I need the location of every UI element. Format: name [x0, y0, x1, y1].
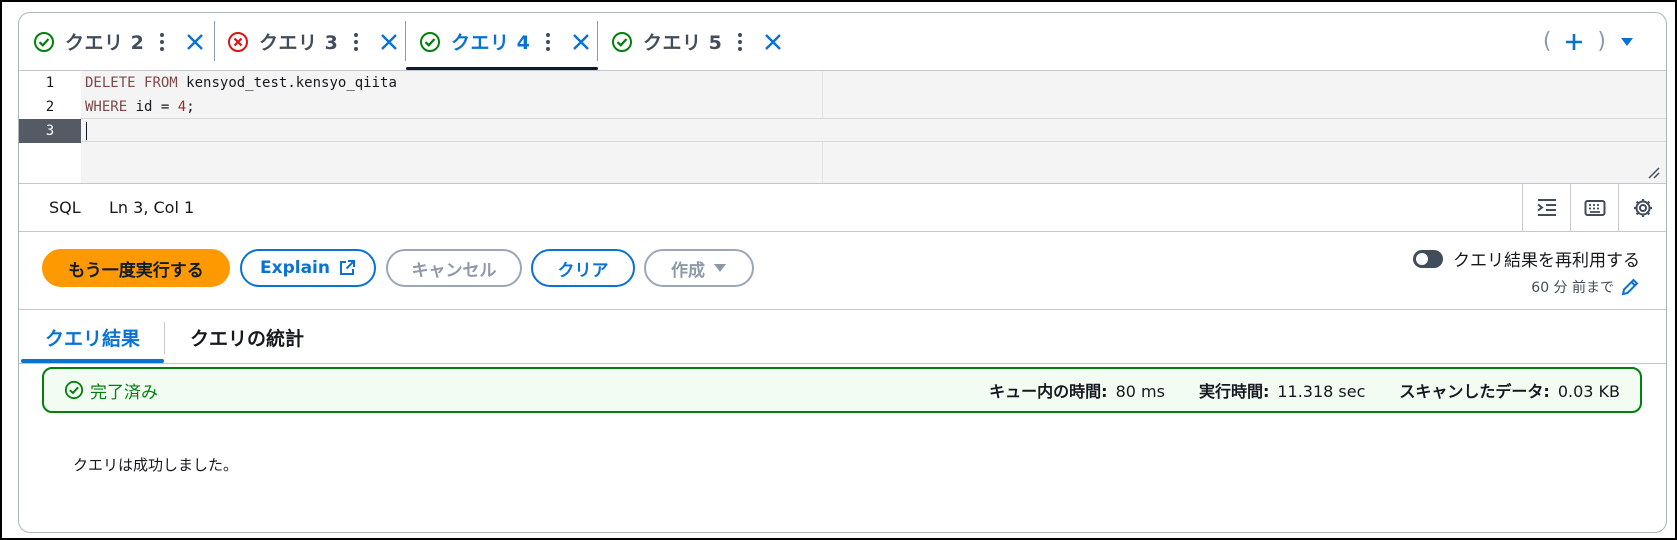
explain-button[interactable]: Explain: [240, 249, 376, 287]
query-editor-panel: クエリ 2 クエリ 3 クエリ 4 クエリ 5 () 1 DELETE FRO…: [18, 12, 1667, 533]
keyboard-shortcuts-button[interactable]: [1570, 184, 1618, 232]
tab-label: クエリ 3: [259, 32, 339, 54]
tab-query-4[interactable]: クエリ 4: [419, 13, 592, 70]
result-tabs: クエリ結果 クエリの統計: [19, 310, 1666, 364]
close-icon[interactable]: [570, 31, 592, 53]
success-icon: [420, 31, 440, 52]
tab-query-2[interactable]: クエリ 2: [33, 13, 206, 70]
tab-label: クエリ 5: [643, 32, 723, 54]
add-tab-icon[interactable]: [1563, 31, 1585, 53]
close-icon[interactable]: [378, 31, 400, 53]
external-link-icon: [338, 259, 356, 277]
status-text: 完了済み: [90, 382, 158, 403]
edit-icon[interactable]: [1620, 277, 1640, 297]
more-actions-icon[interactable]: [736, 31, 744, 53]
rerun-label: もう一度実行する: [68, 260, 204, 281]
caret-down-icon[interactable]: [1618, 33, 1636, 51]
tab-separator: [597, 21, 598, 61]
paren-close: ): [1597, 29, 1606, 54]
keyboard-icon: [1584, 200, 1605, 216]
editor-status-bar: SQL Ln 3, Col 1: [19, 184, 1666, 232]
more-actions-icon[interactable]: [352, 31, 360, 53]
active-tab-indicator: [21, 359, 164, 363]
cancel-button[interactable]: キャンセル: [386, 249, 522, 287]
caret-down-icon: [713, 262, 727, 274]
code-line-2: 2 WHERE id = 4;: [19, 95, 1666, 119]
error-icon: [228, 31, 248, 52]
success-icon: [64, 380, 84, 400]
status-badge: 完了済み: [64, 378, 158, 403]
query-actions: もう一度実行する Explain キャンセル クリア 作成 クエリ結果を再利用す…: [19, 232, 1666, 310]
data-scanned: スキャンしたデータ: 0.03 KB: [1399, 382, 1620, 401]
sql-editor[interactable]: 1 DELETE FROM kensyod_test.kensyo_qiita …: [19, 71, 1666, 184]
indent-icon: [1536, 199, 1556, 216]
reuse-duration: 60 分 前まで: [1531, 280, 1614, 296]
tab-query-3[interactable]: クエリ 3: [227, 13, 400, 70]
success-icon: [34, 31, 54, 52]
tab-label: クエリ 2: [65, 32, 145, 54]
close-icon[interactable]: [184, 31, 206, 53]
success-icon: [612, 31, 632, 52]
line-number: 3: [19, 119, 81, 143]
line-number: 2: [45, 99, 55, 115]
rerun-button[interactable]: もう一度実行する: [42, 249, 230, 287]
more-actions-icon[interactable]: [158, 31, 166, 53]
line-number: 1: [45, 75, 55, 91]
tab-label: クエリ結果: [45, 327, 141, 350]
tab-query-5[interactable]: クエリ 5: [611, 13, 784, 70]
gear-icon: [1633, 199, 1652, 217]
active-tab-indicator: [406, 67, 598, 70]
query-status-box: 完了済み キュー内の時間: 80 ms 実行時間: 11.318 sec スキャンし…: [42, 367, 1642, 413]
create-label: 作成: [671, 260, 705, 281]
tab-label: クエリの統計: [190, 327, 305, 350]
run-time: 実行時間: 11.318 sec: [1198, 382, 1366, 401]
paren-open: (: [1542, 29, 1552, 54]
reuse-results-toggle[interactable]: [1413, 249, 1443, 268]
code-line-1: 1 DELETE FROM kensyod_test.kensyo_qiita: [19, 71, 1666, 95]
cancel-label: キャンセル: [411, 260, 497, 281]
query-tab-bar: クエリ 2 クエリ 3 クエリ 4 クエリ 5 (): [19, 13, 1666, 71]
tab-actions: ( ): [1543, 13, 1636, 70]
clear-button[interactable]: クリア: [531, 249, 635, 287]
query-metrics: キュー内の時間: 80 ms 実行時間: 11.318 sec スキャンしたデータ:…: [955, 378, 1620, 402]
tab-query-results[interactable]: クエリ結果: [45, 310, 140, 364]
result-message: クエリは成功しました。: [73, 456, 239, 474]
tab-query-stats[interactable]: クエリの統計: [190, 310, 304, 364]
queue-time: キュー内の時間: 80 ms: [989, 382, 1165, 401]
explain-label: Explain: [260, 258, 330, 278]
tab-separator: [405, 21, 406, 61]
format-query-button[interactable]: [1522, 184, 1570, 232]
tab-separator: [164, 322, 165, 354]
close-icon[interactable]: [762, 31, 784, 53]
window-frame: クエリ 2 クエリ 3 クエリ 4 クエリ 5 () 1 DELETE FRO…: [0, 0, 1677, 540]
tab-label: クエリ 4: [451, 32, 531, 54]
tab-separator: [214, 21, 215, 61]
reuse-results-label: クエリ結果を再利用する: [1453, 251, 1640, 271]
code-text: DELETE FROM kensyod_test.kensyo_qiita: [85, 75, 397, 91]
more-actions-icon[interactable]: [544, 31, 552, 53]
text-caret: [86, 122, 87, 140]
resize-handle-icon[interactable]: [1646, 165, 1660, 179]
cursor-position: Ln 3, Col 1: [109, 198, 195, 217]
preferences-button[interactable]: [1618, 184, 1666, 232]
clear-label: クリア: [557, 260, 609, 281]
code-text: WHERE id = 4;: [85, 99, 195, 115]
reuse-results: クエリ結果を再利用する 60 分 前まで: [1413, 246, 1640, 297]
code-line-3: 3: [19, 119, 1666, 143]
language-label: SQL: [49, 198, 81, 217]
create-button[interactable]: 作成: [644, 249, 754, 287]
